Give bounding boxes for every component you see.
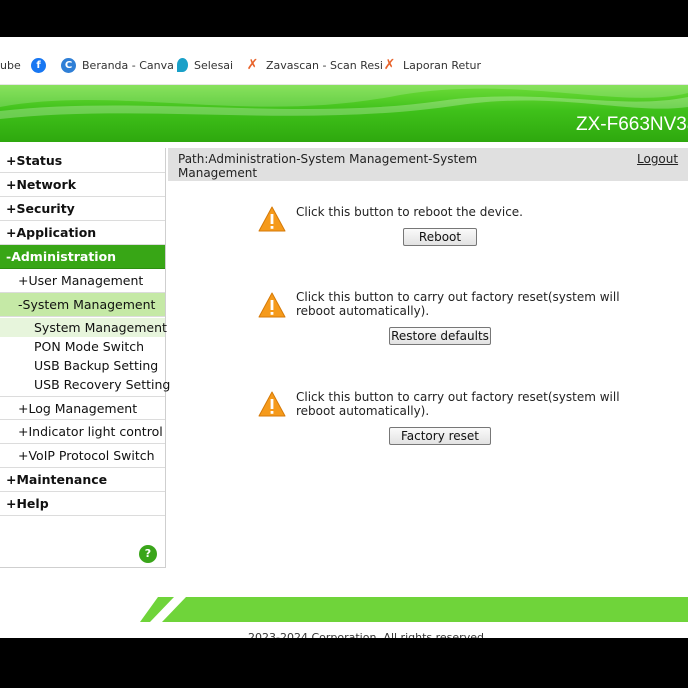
nav-log-management[interactable]: +Log Management	[0, 396, 165, 420]
bookmark-label: Selesai	[194, 58, 234, 72]
location-pin-icon	[177, 58, 188, 72]
canva-icon: C	[61, 57, 76, 73]
facebook-icon: f	[31, 57, 46, 73]
factory-reset-message: Click this button to carry out factory r…	[296, 390, 620, 418]
bookmark-label: Beranda - Canva	[82, 58, 174, 72]
nav-administration[interactable]: -Administration	[0, 245, 165, 269]
nav-application[interactable]: +Application	[0, 221, 165, 245]
warning-icon	[258, 206, 286, 232]
nav-security[interactable]: +Security	[0, 197, 165, 221]
restore-message: Click this button to carry out factory r…	[296, 290, 620, 318]
screen-top-bezel	[0, 0, 688, 37]
bookmark-selesai[interactable]: Selesai	[177, 56, 233, 74]
reboot-button[interactable]: Reboot	[403, 228, 477, 246]
bookmark-zavascan[interactable]: ✗ Zavascan - Scan Resi	[245, 56, 383, 74]
bookmark-label: Laporan Retur	[403, 58, 482, 72]
nav-status[interactable]: +Status	[0, 149, 165, 173]
bookmark-label: Zavascan - Scan Resi	[266, 58, 383, 72]
nav-network[interactable]: +Network	[0, 173, 165, 197]
warning-icon	[258, 391, 286, 417]
nav-pon-mode-switch[interactable]: PON Mode Switch	[0, 337, 165, 356]
zavascan-icon: ✗	[383, 56, 396, 73]
nav-usb-recovery[interactable]: USB Recovery Setting	[0, 375, 170, 394]
reboot-message: Click this button to reboot the device.	[296, 205, 523, 219]
nav-indicator-light[interactable]: +Indicator light control	[0, 420, 165, 444]
nav-help[interactable]: +Help	[0, 492, 165, 516]
bookmarks-bar: ube f C Beranda - Canva Selesai ✗ Zavasc…	[0, 37, 688, 85]
warning-icon	[258, 292, 286, 318]
device-model-title: ZX-F663NV3a	[576, 114, 688, 135]
zavascan-icon: ✗	[246, 56, 259, 73]
bookmark-laporan-retur[interactable]: ✗ Laporan Retur	[382, 56, 481, 74]
nav-maintenance[interactable]: +Maintenance	[0, 468, 165, 492]
bookmark-partial[interactable]: ube	[0, 56, 21, 74]
factory-reset-button[interactable]: Factory reset	[389, 427, 491, 445]
nav-system-management[interactable]: -System Management	[0, 293, 165, 317]
screen-bottom-bezel	[0, 638, 688, 688]
nav-user-management[interactable]: +User Management	[0, 269, 165, 293]
path-bar: Path:Administration-System Management-Sy…	[168, 148, 688, 181]
help-icon[interactable]: ?	[139, 545, 157, 563]
breadcrumb: Path:Administration-System Management-Sy…	[178, 152, 478, 180]
restore-defaults-button[interactable]: Restore defaults	[389, 327, 491, 345]
logout-link[interactable]: Logout	[637, 152, 678, 166]
nav-usb-backup[interactable]: USB Backup Setting	[0, 356, 165, 375]
nav-voip-switch[interactable]: +VoIP Protocol Switch	[0, 444, 165, 468]
footer-band-graphic	[140, 597, 688, 622]
bookmark-facebook[interactable]: f	[31, 56, 52, 74]
bookmark-canva[interactable]: C Beranda - Canva	[61, 56, 174, 74]
nav-system-management-sub[interactable]: System Management	[0, 318, 167, 337]
bookmark-label: ube	[0, 58, 21, 72]
